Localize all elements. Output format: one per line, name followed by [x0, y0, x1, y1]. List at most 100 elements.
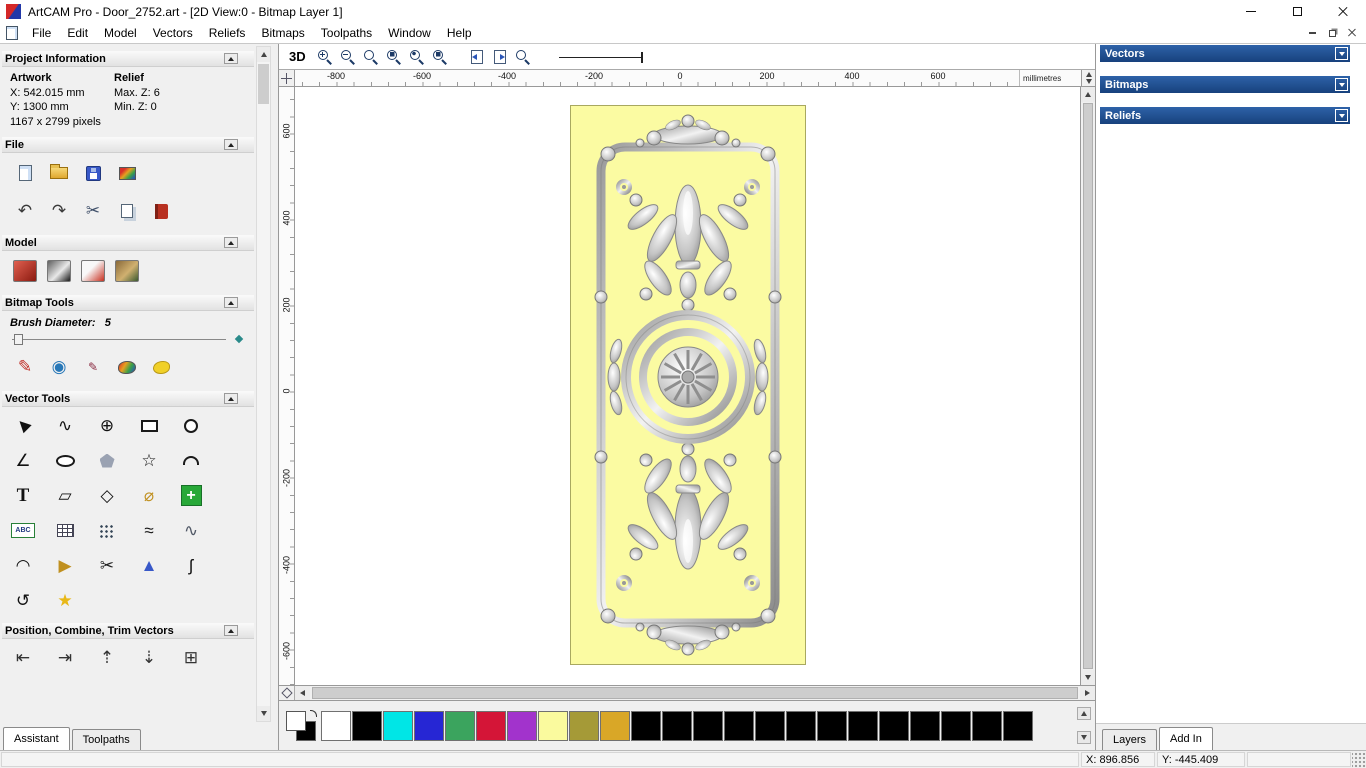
scroll-up-button[interactable]: [1081, 87, 1095, 102]
node-editing-icon[interactable]: ∿: [48, 411, 82, 440]
combine-weld-icon[interactable]: ∴: [90, 678, 124, 687]
palette-cyan[interactable]: [383, 710, 413, 741]
vectors-dropdown-button[interactable]: [1335, 47, 1348, 60]
palette-scroll-up-button[interactable]: [1077, 707, 1091, 720]
greyscale-preview-icon[interactable]: [42, 257, 76, 285]
zoom-window-icon[interactable]: [383, 47, 406, 67]
create-rectangle-icon[interactable]: [132, 411, 166, 440]
palette-green[interactable]: [445, 710, 475, 741]
palette-red[interactable]: [476, 710, 506, 741]
palette-blue[interactable]: [414, 710, 444, 741]
grid-snap-icon[interactable]: [48, 516, 82, 545]
palette-olive[interactable]: [569, 710, 599, 741]
3d-view-button[interactable]: 3D: [287, 49, 314, 64]
paint-tool-icon[interactable]: ✎: [8, 353, 42, 381]
block-paste-icon[interactable]: +: [174, 481, 208, 510]
texture-colour-icon[interactable]: [144, 353, 178, 381]
extrude-tool-icon[interactable]: ▲: [132, 551, 166, 580]
zoom-back-icon[interactable]: [512, 47, 535, 67]
texture-image-icon[interactable]: [110, 257, 144, 285]
colour-palette-icon[interactable]: [110, 353, 144, 381]
palette-black[interactable]: [910, 710, 940, 741]
menu-help[interactable]: Help: [439, 24, 480, 42]
vector-doctor-icon[interactable]: ▶: [48, 551, 82, 580]
scroll-up-button[interactable]: [257, 47, 270, 62]
open-model-icon[interactable]: [42, 159, 76, 187]
scroll-thumb[interactable]: [258, 64, 269, 104]
horizontal-scroll-thumb[interactable]: [312, 687, 1078, 699]
previous-view-icon[interactable]: [466, 47, 489, 67]
three-point-arc-icon[interactable]: ◠: [6, 551, 40, 580]
create-arc-icon[interactable]: [174, 446, 208, 475]
model-lighting-icon[interactable]: [76, 257, 110, 285]
vertical-scroll-thumb[interactable]: [1083, 103, 1093, 669]
measure-tool-icon[interactable]: ⌀: [132, 481, 166, 510]
bitmaps-dropdown-button[interactable]: [1335, 78, 1348, 91]
wrap-text-star-icon[interactable]: ★: [48, 586, 82, 615]
combine-union-icon[interactable]: ⊟: [6, 678, 40, 687]
palette-purple[interactable]: [507, 710, 537, 741]
create-star-icon[interactable]: ☆: [132, 446, 166, 475]
menu-bitmaps[interactable]: Bitmaps: [253, 24, 312, 42]
fillet-tool-icon[interactable]: ʃ: [174, 551, 208, 580]
palette-black[interactable]: [941, 710, 971, 741]
collapse-section-button[interactable]: [224, 53, 238, 64]
create-polyline-icon[interactable]: ∠: [6, 446, 40, 475]
zoom-fit-icon[interactable]: [406, 47, 429, 67]
combine-subtract-icon[interactable]: ⊠: [48, 678, 82, 687]
align-left-icon[interactable]: ⇤: [6, 643, 40, 672]
zoom-slider-handle[interactable]: [640, 51, 643, 63]
menu-model[interactable]: Model: [96, 24, 145, 42]
collapse-section-button[interactable]: [224, 393, 238, 404]
scroll-down-button[interactable]: [1081, 670, 1095, 685]
scroll-right-button[interactable]: [1080, 686, 1095, 700]
scatter-copies-icon[interactable]: ∷: [132, 678, 166, 687]
palette-black[interactable]: [817, 710, 847, 741]
palette-black[interactable]: [662, 710, 692, 741]
collapse-section-button[interactable]: [224, 625, 238, 636]
palette-black[interactable]: [848, 710, 878, 741]
create-diamond-icon[interactable]: ◇: [90, 481, 124, 510]
palette-black[interactable]: [755, 710, 785, 741]
zoom-previous-icon[interactable]: [360, 47, 383, 67]
trim-vectors-icon[interactable]: ✂: [90, 551, 124, 580]
shear-vectors-icon[interactable]: ▱: [48, 481, 82, 510]
ruler-origin-button[interactable]: [279, 70, 295, 86]
menu-file[interactable]: File: [24, 24, 59, 42]
zoom-in-icon[interactable]: [314, 47, 337, 67]
create-polygon-icon[interactable]: [90, 446, 124, 475]
mdi-restore-button[interactable]: [1324, 26, 1340, 41]
palette-black[interactable]: [972, 710, 1002, 741]
palette-gold[interactable]: [600, 710, 630, 741]
palette-black[interactable]: [786, 710, 816, 741]
palette-black[interactable]: [693, 710, 723, 741]
collapse-section-button[interactable]: [224, 237, 238, 248]
slider-thumb[interactable]: [14, 334, 23, 345]
vertical-scrollbar[interactable]: [1080, 87, 1095, 685]
tab-layers[interactable]: Layers: [1102, 729, 1158, 750]
save-model-icon[interactable]: [76, 159, 110, 187]
canvas-corner-button[interactable]: [279, 686, 295, 700]
align-right-icon[interactable]: ⇥: [48, 643, 82, 672]
flood-fill-icon[interactable]: ◉: [42, 353, 76, 381]
palette-black[interactable]: [879, 710, 909, 741]
align-top-icon[interactable]: ⇡: [90, 643, 124, 672]
reliefs-panel-header[interactable]: Reliefs: [1100, 107, 1350, 124]
close-button[interactable]: [1320, 0, 1366, 23]
collapse-section-button[interactable]: [224, 139, 238, 150]
import-image-icon[interactable]: [110, 159, 144, 187]
create-circle-icon[interactable]: [174, 411, 208, 440]
palette-pale-yellow[interactable]: [538, 710, 568, 741]
zoom-out-icon[interactable]: [337, 47, 360, 67]
mdi-close-button[interactable]: [1344, 26, 1360, 41]
menu-window[interactable]: Window: [380, 24, 439, 42]
scroll-left-button[interactable]: [295, 686, 310, 700]
assistant-scrollbar[interactable]: [256, 46, 271, 722]
minimize-button[interactable]: [1228, 0, 1274, 23]
create-text-icon[interactable]: T: [6, 481, 40, 510]
vectors-panel-header[interactable]: Vectors: [1100, 45, 1350, 62]
menu-reliefs[interactable]: Reliefs: [201, 24, 254, 42]
palette-white[interactable]: [321, 710, 351, 741]
text-abc-icon[interactable]: ABC: [6, 516, 40, 545]
align-bottom-icon[interactable]: ⇣: [132, 643, 166, 672]
